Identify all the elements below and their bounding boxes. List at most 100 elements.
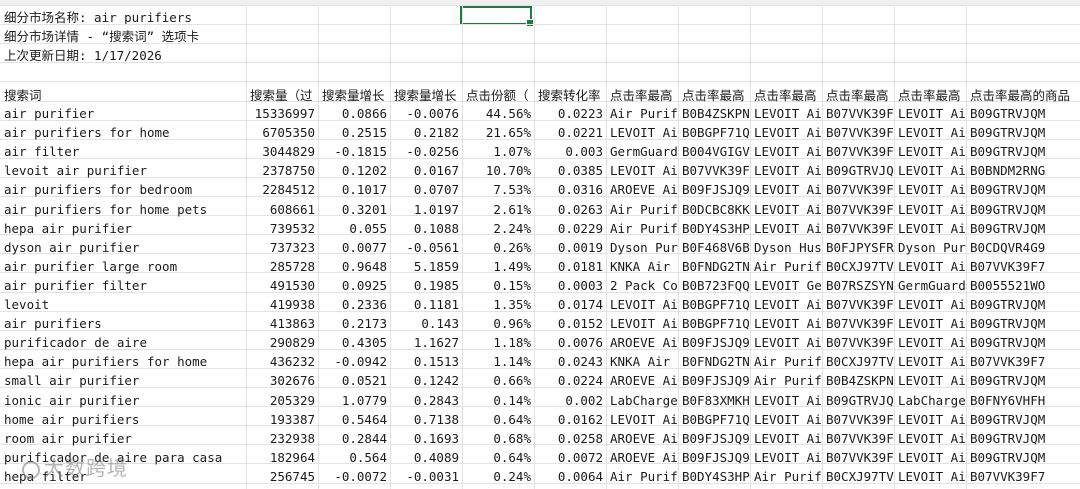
table-cell[interactable]: Dyson Hush (750, 238, 822, 257)
table-cell[interactable]: 0.0174 (534, 295, 606, 314)
table-cell[interactable]: B07VVK39F7 (822, 333, 894, 352)
table-cell[interactable]: LEVOIT Air (750, 391, 822, 410)
table-cell[interactable]: LEVOIT Air (894, 219, 966, 238)
table-cell[interactable]: 10.70% (462, 161, 534, 180)
table-cell[interactable]: purificador de aire (0, 333, 246, 352)
column-header[interactable]: 点击率最高 (606, 86, 678, 105)
table-cell[interactable]: B0055521WO (966, 276, 1080, 295)
table-cell[interactable]: 0.0229 (534, 219, 606, 238)
table-cell[interactable]: B09GTRVJQM (822, 161, 894, 180)
table-cell[interactable]: 1.35% (462, 295, 534, 314)
table-cell[interactable]: 0.4305 (318, 333, 390, 352)
table-cell[interactable]: 1.0779 (318, 391, 390, 410)
table-cell[interactable]: 0.0077 (318, 238, 390, 257)
table-cell[interactable]: B07VVK39F7 (822, 180, 894, 199)
table-cell[interactable]: B09GTRVJQM (966, 123, 1080, 142)
table-cell[interactable]: B07VVK39F7 (822, 200, 894, 219)
table-cell[interactable]: 0.0243 (534, 352, 606, 371)
table-cell[interactable]: LEVOIT Air (894, 257, 966, 276)
table-cell[interactable]: LEVOIT Air (894, 467, 966, 486)
table-cell[interactable]: B09FJSJQ9S (678, 429, 750, 448)
table-cell[interactable]: 5.1859 (390, 257, 462, 276)
table-cell[interactable]: 0.0925 (318, 276, 390, 295)
table-cell[interactable]: B0B723FQQ7 (678, 276, 750, 295)
table-cell[interactable]: 15336997 (246, 104, 318, 123)
table-cell[interactable]: 0.002 (534, 391, 606, 410)
table-cell[interactable]: LEVOIT Air (750, 448, 822, 467)
table-cell[interactable]: 182964 (246, 448, 318, 467)
table-cell[interactable]: B0CXJ97TV1 (822, 257, 894, 276)
table-cell[interactable]: 0.0076 (534, 333, 606, 352)
table-cell[interactable]: B0F468V6BW (678, 238, 750, 257)
table-cell[interactable]: LEVOIT Air (894, 410, 966, 429)
table-cell[interactable]: 491530 (246, 276, 318, 295)
table-cell[interactable]: GermGuardi (606, 142, 678, 161)
table-cell[interactable]: LEVOIT Air (894, 200, 966, 219)
table-cell[interactable]: 0.0521 (318, 371, 390, 390)
table-cell[interactable]: 0.0072 (534, 448, 606, 467)
table-cell[interactable]: Air Purifi (750, 257, 822, 276)
table-cell[interactable]: LEVOIT Air (894, 448, 966, 467)
table-cell[interactable]: air purifiers (0, 314, 246, 333)
table-cell[interactable]: B09FJSJQ9S (678, 180, 750, 199)
table-cell[interactable]: 193387 (246, 410, 318, 429)
table-cell[interactable]: B0B4ZSKPNI (678, 104, 750, 123)
table-cell[interactable]: air purifier large room (0, 257, 246, 276)
table-cell[interactable]: -0.0561 (390, 238, 462, 257)
table-cell[interactable]: B09GTRVJQM (966, 371, 1080, 390)
table-cell[interactable]: LEVOIT Air (750, 219, 822, 238)
table-cell[interactable]: 3044829 (246, 142, 318, 161)
column-header[interactable]: 点击率最高 (750, 86, 822, 105)
table-cell[interactable]: 0.0385 (534, 161, 606, 180)
table-cell[interactable]: B07VVK39F7 (822, 410, 894, 429)
table-cell[interactable]: 0.24% (462, 467, 534, 486)
table-cell[interactable]: 2284512 (246, 180, 318, 199)
table-cell[interactable]: 0.3201 (318, 200, 390, 219)
table-cell[interactable]: 0.1985 (390, 276, 462, 295)
table-cell[interactable]: 0.0181 (534, 257, 606, 276)
table-cell[interactable]: small air purifier (0, 371, 246, 390)
table-cell[interactable]: B0DY4S3HP2 (678, 219, 750, 238)
table-cell[interactable]: 0.64% (462, 448, 534, 467)
table-cell[interactable]: 0.64% (462, 410, 534, 429)
fill-handle[interactable] (526, 19, 534, 27)
table-cell[interactable]: dyson air purifier (0, 238, 246, 257)
table-cell[interactable]: LEVOIT Air (750, 123, 822, 142)
table-cell[interactable]: B09GTRVJQM (966, 448, 1080, 467)
table-cell[interactable]: LabCharge (606, 391, 678, 410)
column-header[interactable]: 搜索词 (0, 86, 246, 105)
table-cell[interactable]: -0.0256 (390, 142, 462, 161)
table-cell[interactable]: 0.0707 (390, 180, 462, 199)
table-cell[interactable]: LEVOIT Air (606, 295, 678, 314)
table-cell[interactable]: B0BGPF71Q6 (678, 410, 750, 429)
table-cell[interactable]: B07VVK39F7 (678, 161, 750, 180)
table-cell[interactable]: -0.0031 (390, 467, 462, 486)
table-cell[interactable]: 1.1627 (390, 333, 462, 352)
table-cell[interactable]: 256745 (246, 467, 318, 486)
table-cell[interactable]: 0.1513 (390, 352, 462, 371)
table-cell[interactable]: B0DCBC8KKV (678, 200, 750, 219)
table-cell[interactable]: 1.18% (462, 333, 534, 352)
table-cell[interactable]: LEVOIT Air (894, 123, 966, 142)
table-cell[interactable]: B07RSZSYN0 (822, 276, 894, 295)
table-cell[interactable]: 0.0019 (534, 238, 606, 257)
column-header[interactable]: 点击率最高的商品 (966, 86, 1080, 105)
table-cell[interactable]: B09FJSJQ9S (678, 371, 750, 390)
table-cell[interactable]: LEVOIT Air (750, 429, 822, 448)
table-cell[interactable]: air purifiers for home (0, 123, 246, 142)
table-cell[interactable]: 413863 (246, 314, 318, 333)
table-cell[interactable]: LEVOIT Air (894, 180, 966, 199)
table-cell[interactable]: B0CDQVR4G9 (966, 238, 1080, 257)
table-cell[interactable]: LabCharge (894, 391, 966, 410)
table-cell[interactable]: B0B4ZSKPNI (822, 371, 894, 390)
table-cell[interactable]: Dyson Puri (606, 238, 678, 257)
table-cell[interactable]: B07VVK39F7 (822, 123, 894, 142)
table-cell[interactable]: 0.0003 (534, 276, 606, 295)
table-cell[interactable]: B0BGPF71Q6 (678, 123, 750, 142)
table-cell[interactable]: air purifiers for home pets (0, 200, 246, 219)
table-cell[interactable]: LEVOIT Air (606, 314, 678, 333)
table-cell[interactable]: B09FJSJQ9S (678, 448, 750, 467)
table-cell[interactable]: B0BGPF71Q6 (678, 314, 750, 333)
table-cell[interactable]: 1.07% (462, 142, 534, 161)
column-header[interactable]: 搜索量增长 (318, 86, 390, 105)
